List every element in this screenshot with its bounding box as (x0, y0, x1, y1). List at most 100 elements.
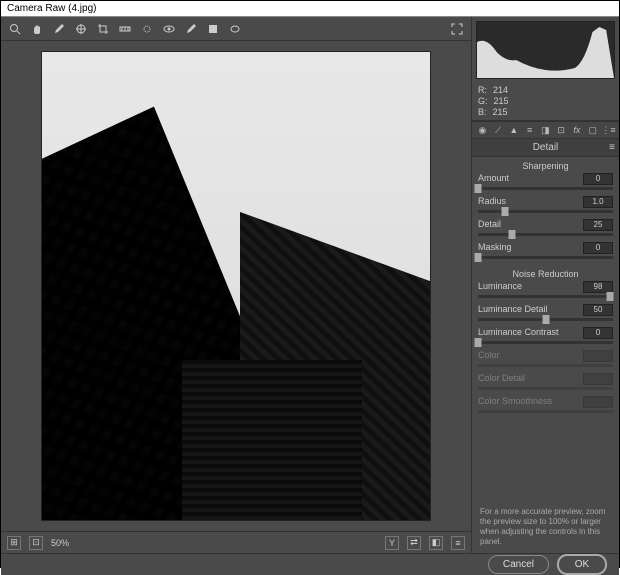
tab-hsl-icon[interactable]: ≡ (523, 124, 536, 137)
lum-contrast-label: Luminance Contrast (478, 327, 559, 339)
tab-camera-icon[interactable]: ▢ (586, 124, 599, 137)
adjustment-brush-icon[interactable] (183, 21, 199, 37)
color-smooth-value (583, 396, 613, 408)
color-value (583, 350, 613, 362)
luminance-label: Luminance (478, 281, 522, 293)
luminance-handle[interactable] (607, 292, 614, 301)
info-text: For a more accurate preview, zoom the pr… (472, 501, 619, 553)
window-title: Camera Raw (4.jpg) (7, 3, 96, 14)
radius-handle[interactable] (502, 207, 509, 216)
tab-lens-icon[interactable]: ⊡ (555, 124, 568, 137)
eyedropper-icon[interactable] (51, 21, 67, 37)
detail-slider: Detail 25 (478, 219, 613, 236)
spot-removal-icon[interactable] (139, 21, 155, 37)
tab-basic-icon[interactable]: ◉ (476, 124, 489, 137)
straighten-tool-icon[interactable] (117, 21, 133, 37)
save-image-icon[interactable]: ⊞ (7, 536, 21, 550)
radius-value[interactable]: 1.0 (583, 196, 613, 208)
lum-detail-handle[interactable] (542, 315, 549, 324)
lum-detail-label: Luminance Detail (478, 304, 548, 316)
amount-track[interactable] (478, 187, 613, 190)
luminance-slider: Luminance98 (478, 281, 613, 298)
color-smooth-track (478, 410, 613, 413)
toolbar (1, 17, 471, 41)
detail-handle[interactable] (508, 230, 515, 239)
color-detail-slider: Color Detail (478, 373, 613, 390)
masking-handle[interactable] (475, 253, 482, 262)
detail-label: Detail (478, 219, 501, 231)
expand-icon[interactable] (449, 21, 465, 37)
zoom-level[interactable]: 50% (51, 538, 69, 548)
redeye-icon[interactable] (161, 21, 177, 37)
crop-tool-icon[interactable] (95, 21, 111, 37)
detail-track[interactable] (478, 233, 613, 236)
lum-contrast-track[interactable] (478, 341, 613, 344)
masking-value[interactable]: 0 (583, 242, 613, 254)
tab-detail-icon[interactable]: ▲ (508, 124, 521, 137)
color-track (478, 364, 613, 367)
compare-split-icon[interactable]: ⇄ (407, 536, 421, 550)
masking-track[interactable] (478, 256, 613, 259)
lum-contrast-slider: Luminance Contrast 0 (478, 327, 613, 344)
amount-handle[interactable] (475, 184, 482, 193)
lum-detail-value[interactable]: 50 (583, 304, 613, 316)
radial-filter-icon[interactable] (227, 21, 243, 37)
noise-title: Noise Reduction (472, 265, 619, 281)
lum-detail-track[interactable] (478, 318, 613, 321)
color-detail-label: Color Detail (478, 373, 525, 385)
hand-tool-icon[interactable] (29, 21, 45, 37)
r-value: 214 (493, 85, 508, 96)
panel-title-bar: Detail ≡ (472, 139, 619, 157)
grid-icon[interactable]: ⊡ (29, 536, 43, 550)
ok-button[interactable]: OK (557, 554, 607, 575)
color-sampler-icon[interactable] (73, 21, 89, 37)
g-value: 215 (494, 96, 509, 107)
main-area: ⊞ ⊡ 50% Y ⇄ ◧ ≡ R: 214 G: 215 B: 215 (1, 17, 619, 553)
amount-value[interactable]: 0 (583, 173, 613, 185)
compare-y-icon[interactable]: Y (385, 536, 399, 550)
tab-presets-icon[interactable]: ⋮≡ (602, 124, 615, 137)
lum-contrast-handle[interactable] (475, 338, 482, 347)
color-detail-value (583, 373, 613, 385)
noise-sliders: Luminance98 Luminance Detail 50 Luminance… (472, 281, 619, 419)
histogram[interactable] (476, 21, 615, 79)
amount-slider: Amount 0 (478, 173, 613, 190)
compare-menu-icon[interactable]: ≡ (451, 536, 465, 550)
color-label: Color (478, 350, 500, 362)
left-panel: ⊞ ⊡ 50% Y ⇄ ◧ ≡ (1, 17, 471, 553)
tab-split-icon[interactable]: ◨ (539, 124, 552, 137)
detail-value[interactable]: 25 (583, 219, 613, 231)
preview-image (41, 51, 431, 521)
bottom-bar: ⊞ ⊡ 50% Y ⇄ ◧ ≡ (1, 531, 471, 553)
rgb-readout: R: 214 G: 215 B: 215 (472, 83, 619, 121)
panel-tabs: ◉ ⟋ ▲ ≡ ◨ ⊡ fx ▢ ⋮≡ (472, 121, 619, 139)
sharpening-title: Sharpening (472, 157, 619, 173)
r-label: R: (478, 85, 487, 96)
masking-slider: Masking 0 (478, 242, 613, 259)
masking-label: Masking (478, 242, 512, 254)
panel-title: Detail (533, 142, 559, 153)
lum-detail-slider: Luminance Detail 50 (478, 304, 613, 321)
tab-curve-icon[interactable]: ⟋ (492, 124, 505, 137)
zoom-tool-icon[interactable] (7, 21, 23, 37)
color-smooth-label: Color Smoothness (478, 396, 552, 408)
radius-slider: Radius1.0 (478, 196, 613, 213)
g-label: G: (478, 96, 488, 107)
color-smooth-slider: Color Smoothness (478, 396, 613, 413)
b-label: B: (478, 107, 487, 118)
color-slider: Color (478, 350, 613, 367)
luminance-track[interactable] (478, 295, 613, 298)
graduated-filter-icon[interactable] (205, 21, 221, 37)
amount-label: Amount (478, 173, 509, 185)
titlebar: Camera Raw (4.jpg) (1, 1, 619, 17)
cancel-button[interactable]: Cancel (488, 555, 549, 574)
lum-contrast-value[interactable]: 0 (583, 327, 613, 339)
compare-before-icon[interactable]: ◧ (429, 536, 443, 550)
b-value: 215 (493, 107, 508, 118)
right-panel: R: 214 G: 215 B: 215 ◉ ⟋ ▲ ≡ ◨ ⊡ fx ▢ ⋮≡ De… (471, 17, 619, 553)
color-detail-track (478, 387, 613, 390)
panel-menu-icon[interactable]: ≡ (609, 142, 615, 153)
tab-fx-icon[interactable]: fx (571, 124, 584, 137)
preview-area[interactable] (1, 41, 471, 531)
radius-track[interactable] (478, 210, 613, 213)
